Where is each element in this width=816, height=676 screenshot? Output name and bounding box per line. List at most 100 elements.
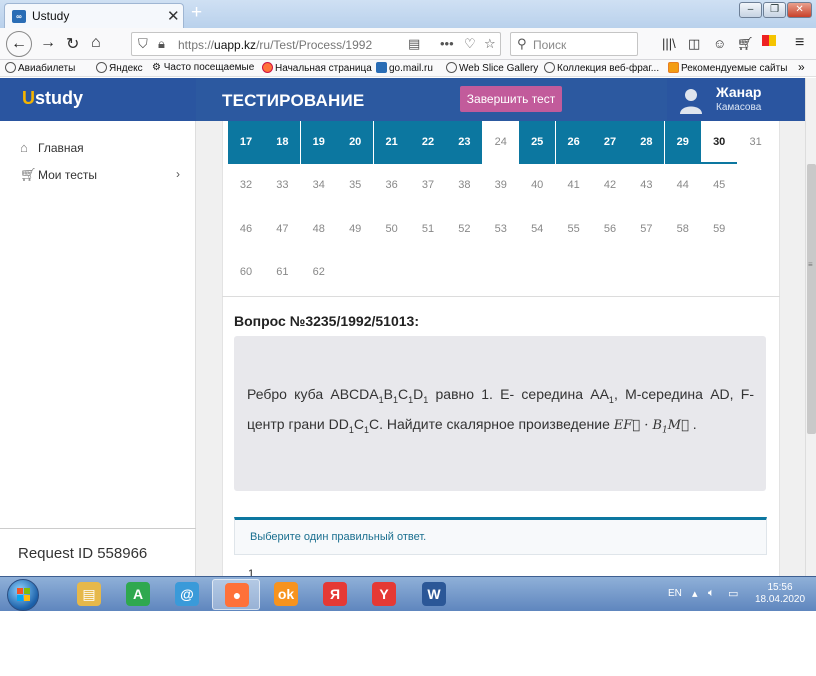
taskbar-app-odnoklassniki[interactable]: ok [262,579,310,610]
minimize-icon[interactable]: – [739,2,763,18]
question-number-48[interactable]: 48 [301,208,337,251]
bookmark-item[interactable]: go.mail.ru [376,62,433,74]
question-number-40[interactable]: 40 [519,164,555,207]
question-number-59[interactable]: 59 [701,208,737,251]
bookmark-item[interactable]: Рекомендуемые сайты [668,62,787,74]
taskbar-app-word[interactable]: W [410,579,458,610]
question-number-44[interactable]: 44 [665,164,701,207]
question-number-33[interactable]: 33 [264,164,300,207]
forward-icon[interactable]: → [40,34,56,52]
tray-expand-icon[interactable]: ▴ [692,587,698,600]
new-tab-icon[interactable]: + [191,2,202,24]
question-number-53[interactable]: 53 [483,208,519,251]
question-number-31[interactable]: 31 [738,121,774,164]
question-number-26[interactable]: 26 [555,121,592,164]
bookmark-item[interactable]: Начальная страница [262,62,372,74]
question-number-29[interactable]: 29 [664,121,701,164]
question-number-17[interactable]: 17 [228,121,264,164]
question-number-39[interactable]: 39 [483,164,519,207]
menu-icon[interactable]: ≡ [795,34,804,52]
search-input[interactable]: ⚲ Поиск [510,32,638,56]
question-number-32[interactable]: 32 [228,164,264,207]
question-number-57[interactable]: 57 [628,208,664,251]
home-icon[interactable]: ⌂ [91,34,101,52]
language-indicator[interactable]: EN [668,588,682,599]
taskbar-app-yandex[interactable]: Я [311,579,359,610]
finish-test-button[interactable]: Завершить тест [460,86,562,112]
back-button[interactable]: ← [6,31,32,57]
site-logo[interactable]: Ustudy [22,88,83,109]
browser-tab[interactable]: ∞ Ustudy ✕ [4,3,184,28]
taskbar-app-firefox[interactable]: ● [212,579,260,610]
question-number-43[interactable]: 43 [628,164,664,207]
sidebar-item-home[interactable]: ⌂ Главная [20,140,84,155]
sidebar-item-my-tests[interactable]: 🛒︎Мои тесты [20,167,97,183]
question-number-38[interactable]: 38 [446,164,482,207]
url-text[interactable]: https://uapp.kz/ru/Test/Process/1992 [178,38,372,52]
account-icon[interactable]: ☺ [713,36,726,51]
question-number-46[interactable]: 46 [228,208,264,251]
question-number-20[interactable]: 20 [337,121,374,164]
taskbar-app-yandex-browser[interactable]: Y [360,579,408,610]
bookmark-item[interactable]: ⚙ Часто посещаемые [152,62,254,73]
network-icon[interactable]: ▭ [728,587,738,600]
shopping-cart-icon[interactable]: 🛒︎ [737,36,754,52]
bookmark-star-icon[interactable]: ☆ [484,36,496,52]
flag-extension-icon[interactable] [762,35,776,56]
question-number-47[interactable]: 47 [264,208,300,251]
question-number-50[interactable]: 50 [374,208,410,251]
question-number-60[interactable]: 60 [228,251,264,294]
question-number-55[interactable]: 55 [556,208,592,251]
question-number-56[interactable]: 56 [592,208,628,251]
question-number-36[interactable]: 36 [374,164,410,207]
start-button[interactable] [7,579,39,611]
question-number-58[interactable]: 58 [665,208,701,251]
question-number-61[interactable]: 61 [264,251,300,294]
maximize-icon[interactable]: ❐ [763,2,787,18]
pocket-icon[interactable]: ♡ [464,36,476,52]
question-number-24[interactable]: 24 [483,121,519,164]
question-number-51[interactable]: 51 [410,208,446,251]
question-number-37[interactable]: 37 [410,164,446,207]
question-number-21[interactable]: 21 [373,121,410,164]
question-number-35[interactable]: 35 [337,164,373,207]
bookmark-item[interactable]: Авиабилеты [5,62,75,74]
clock[interactable]: 15:56 18.04.2020 [752,582,808,606]
user-menu[interactable]: Жанар Камасова [667,78,805,121]
question-number-41[interactable]: 41 [556,164,592,207]
page-scrollbar[interactable]: ≡ [805,78,816,576]
question-number-22[interactable]: 22 [410,121,446,164]
question-number-28[interactable]: 28 [628,121,665,164]
question-number-42[interactable]: 42 [592,164,628,207]
question-number-34[interactable]: 34 [301,164,337,207]
question-number-45[interactable]: 45 [701,164,737,207]
chevron-right-icon[interactable]: › [176,167,180,181]
question-number-27[interactable]: 27 [592,121,628,164]
page-actions-icon[interactable]: ••• [440,36,454,51]
bookmark-item[interactable]: Коллекция веб-фраг... [544,62,659,74]
reader-view-icon[interactable]: ▤ [408,36,420,52]
url-bar[interactable]: ⛉ 🔒︎ https://uapp.kz/ru/Test/Process/199… [131,32,501,56]
question-number-19[interactable]: 19 [300,121,337,164]
library-icon[interactable]: |||\ [662,36,676,51]
sidebar-toggle-icon[interactable]: ◫ [688,36,700,52]
bookmarks-overflow-icon[interactable]: » [798,60,805,74]
taskbar-app-explorer[interactable]: ▤ [65,579,113,610]
question-number-30[interactable]: 30 [701,121,738,164]
question-number-25[interactable]: 25 [519,121,556,164]
question-number-18[interactable]: 18 [264,121,301,164]
scrollbar-thumb[interactable] [807,164,816,434]
taskbar-app-a-app[interactable]: A [114,579,162,610]
taskbar-app-mail[interactable]: @ [163,579,211,610]
bookmark-item[interactable]: Web Slice Gallery [446,62,538,74]
question-number-23[interactable]: 23 [446,121,483,164]
bookmark-item[interactable]: Яндекс [96,62,143,74]
question-number-49[interactable]: 49 [337,208,373,251]
reload-icon[interactable]: ↻ [66,34,79,54]
question-number-52[interactable]: 52 [446,208,482,251]
question-number-62[interactable]: 62 [301,251,337,294]
close-tab-icon[interactable]: ✕ [167,7,180,25]
tracking-shield-icon[interactable]: ⛉ [138,36,148,52]
close-window-icon[interactable]: ✕ [787,2,812,18]
volume-icon[interactable]: 🔈︎ [708,587,715,600]
